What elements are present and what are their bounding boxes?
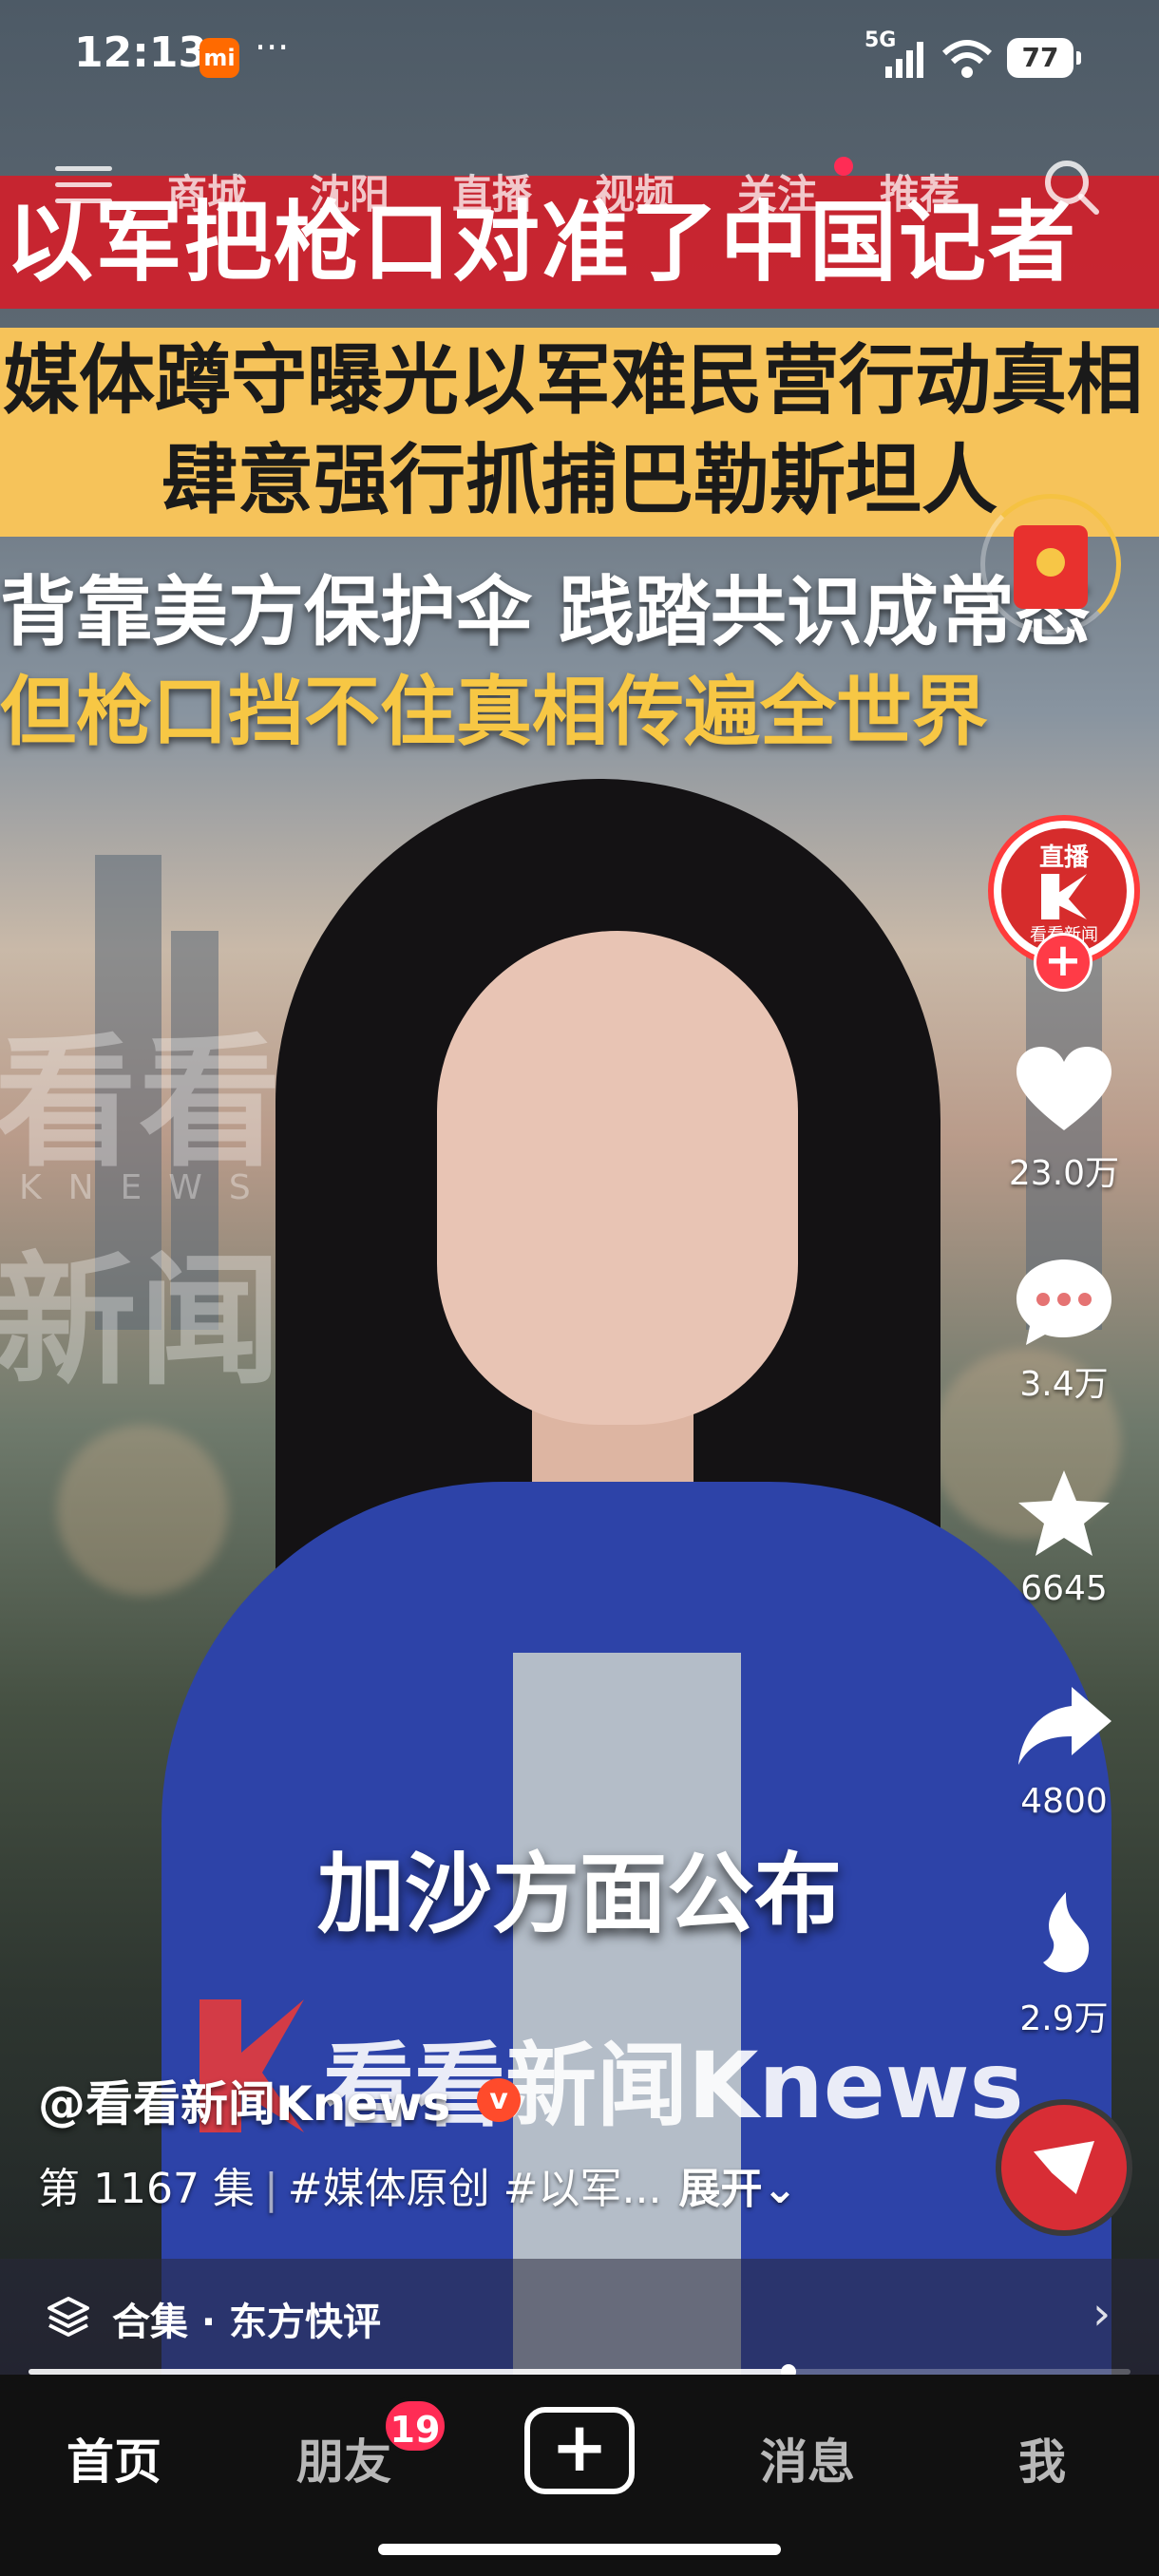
verified-badge-icon: v [477,2078,521,2122]
favorite-count: 6645 [1020,1569,1108,1608]
mi-notification-icon: mi [200,38,239,78]
collection-bar[interactable]: 合集 · 东方快评 › [0,2259,1159,2375]
follow-button[interactable]: + [1034,933,1092,992]
watermark-kankan: 看看 [0,1019,284,1186]
desc-separator: | [263,2165,278,2213]
tab-following[interactable]: 关注 [737,162,817,220]
headline-yellow-line1: 媒体蹲守曝光以军难民营行动真相 [3,335,1143,425]
battery-indicator: 77 [1007,38,1081,78]
live-label: 直播 [1038,843,1089,872]
nav-me[interactable]: 我 [1018,2424,1066,2492]
headline-yellow-text: 但枪口挡不住真相传遍全世界 [0,667,988,756]
tab-video[interactable]: 视频 [595,162,674,220]
chevron-right-icon: › [1092,2287,1112,2340]
menu-icon[interactable] [55,166,112,208]
share-count: 4800 [1020,1782,1108,1821]
post-description: 第 1167 集 | #媒体原创 #以军... 展开⌄ [38,2154,797,2215]
share-arrow-icon [1018,1687,1112,1765]
status-time: 12:13 [74,28,208,77]
following-new-dot [834,157,853,176]
like-button[interactable]: 23.0万 [978,1045,1150,1195]
share-button[interactable]: 4800 [978,1681,1150,1821]
music-disc-button[interactable] [996,2099,1132,2236]
episode-label: 第 1167 集 [38,2165,255,2213]
bokeh-light [57,1425,228,1596]
watermark-knews: KNEWS [19,1168,277,1207]
friends-badge: 19 [382,2397,448,2454]
headline-yellow-line2: 肆意强行抓捕巴勒斯坦人 [162,435,998,524]
home-indicator [378,2544,781,2555]
tab-shenyang[interactable]: 沈阳 [310,162,390,220]
status-bar: 12:13 mi ··· 5G 77 [0,0,1159,114]
tab-mall[interactable]: 商城 [167,162,247,220]
author-name[interactable]: @看看新闻Knews [38,2066,450,2134]
knews-avatar-logo-icon [1041,874,1087,919]
collection-label: 合集 · 东方快评 [112,2301,382,2344]
red-packet-button[interactable] [980,494,1121,635]
favorite-button[interactable]: 6645 [978,1468,1150,1608]
star-icon [1018,1470,1110,1556]
recommend-count: 2.9万 [1019,1999,1109,2038]
create-button[interactable]: + [524,2407,635,2494]
top-nav: 商城 沈阳 直播 视频 关注 推荐 [0,157,1159,233]
nav-home[interactable]: 首页 [66,2424,162,2492]
news-anchor-face [437,931,798,1425]
comment-icon [1016,1260,1112,1345]
red-packet-icon [1014,525,1088,609]
signal-icon [885,42,923,78]
nav-messages[interactable]: 消息 [760,2424,855,2492]
flame-icon [1043,1892,1090,1973]
tab-recommend[interactable]: 推荐 [880,162,960,220]
hashtags[interactable]: #媒体原创 #以军... [288,2165,662,2213]
like-count: 23.0万 [1008,1154,1120,1193]
layers-icon [48,2297,89,2337]
wifi-icon [941,40,993,78]
tab-live[interactable]: 直播 [452,162,532,220]
more-notifications-icon: ··· [255,27,290,68]
watermark-xinwen: 新闻 [0,1238,284,1405]
expand-button[interactable]: 展开⌄ [678,2165,797,2213]
comment-button[interactable]: 3.4万 [978,1256,1150,1406]
nav-friends[interactable]: 朋友 [296,2424,391,2492]
search-icon[interactable] [1041,157,1102,218]
comment-count: 3.4万 [1019,1365,1109,1404]
headline-yellow-banner: 媒体蹲守曝光以军难民营行动真相 肆意强行抓捕巴勒斯坦人 [0,328,1159,537]
heart-icon [1016,1047,1112,1130]
recommend-button[interactable]: 2.9万 [978,1890,1150,2040]
bottom-nav: 首页 朋友 19 + 消息 我 [0,2375,1159,2576]
